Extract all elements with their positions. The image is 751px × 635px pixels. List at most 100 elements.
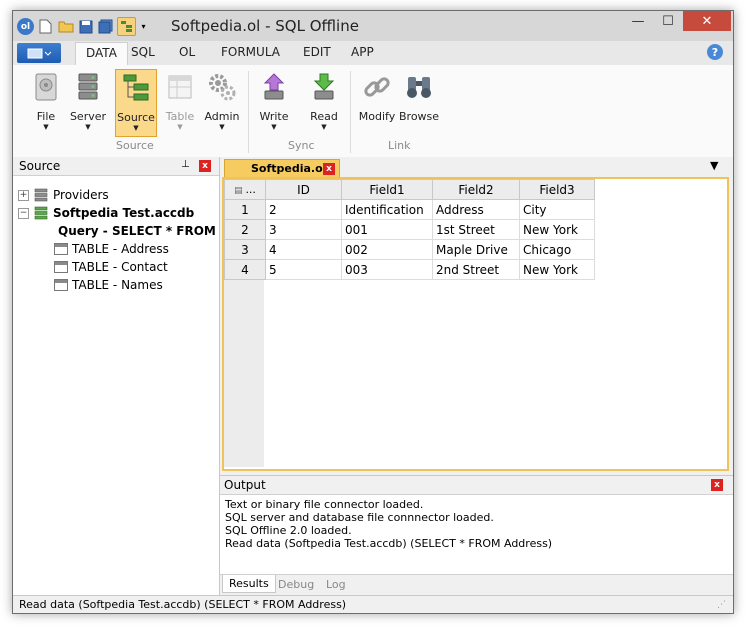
chevron-down-icon: ▼ — [219, 123, 225, 131]
grid-cell[interactable]: 3 — [265, 219, 342, 240]
tree-node-query[interactable]: Query - SELECT * FROM Address — [54, 224, 216, 238]
grid-cell[interactable]: 5 — [265, 259, 342, 280]
output-pane-close-button[interactable]: x — [711, 479, 723, 491]
tab-sql[interactable]: SQL — [131, 45, 155, 59]
resize-grip-icon[interactable]: ⋰ — [717, 600, 726, 610]
file-menu-button[interactable] — [17, 43, 61, 63]
tree-label-query: Query - SELECT * FROM Address — [58, 224, 216, 238]
minimize-button[interactable]: — — [623, 11, 653, 31]
table-icon — [168, 75, 192, 99]
tree-node-table-names[interactable]: TABLE - Names — [54, 278, 163, 292]
chevron-down-icon: ▼ — [321, 123, 327, 131]
status-text: Read data (Softpedia Test.accdb) (SELECT… — [19, 598, 347, 611]
tab-results[interactable]: Results — [222, 575, 276, 593]
grid-cell[interactable]: 2 — [265, 199, 342, 220]
log-line: Read data (Softpedia Test.accdb) (SELECT… — [225, 537, 553, 550]
write-button[interactable]: Write ▼ — [253, 69, 295, 137]
browse-button[interactable]: Browse — [399, 69, 439, 137]
row-number[interactable]: 1 — [224, 199, 266, 220]
app-icon[interactable]: ol — [17, 18, 34, 35]
group-separator — [350, 71, 351, 153]
grid-cell[interactable]: 2nd Street — [432, 259, 520, 280]
tree-node-database[interactable]: − Softpedia Test.accdb — [18, 206, 194, 220]
customize-toolbar-icon[interactable]: ▾ — [139, 18, 148, 35]
tab-data[interactable]: DATA — [75, 42, 128, 65]
table-icon — [54, 279, 68, 291]
column-header[interactable]: ID — [265, 179, 342, 200]
column-header[interactable]: Field1 — [341, 179, 433, 200]
link-chain-icon — [364, 77, 390, 97]
document-tab-close-button[interactable]: x — [323, 163, 335, 175]
data-grid[interactable]: ▤ ... ID Field1 Field2 Field3 1 2 Identi… — [222, 177, 729, 471]
expand-icon[interactable]: + — [18, 189, 29, 201]
grid-corner[interactable]: ▤ ... — [224, 179, 266, 200]
file-button[interactable]: File ▼ — [25, 69, 67, 137]
server-icon — [34, 188, 48, 202]
source-pane-close-button[interactable]: x — [199, 160, 211, 172]
column-header[interactable]: Field3 — [519, 179, 595, 200]
row-number[interactable]: 2 — [224, 219, 266, 240]
source-button[interactable]: Source ▼ — [115, 69, 157, 137]
source-tree-icon[interactable] — [117, 17, 136, 36]
grid-cell[interactable]: Maple Drive — [432, 239, 520, 260]
tab-app[interactable]: APP — [351, 45, 374, 59]
table-row[interactable]: 2 3 001 1st Street New York — [224, 219, 595, 240]
tree-label-database: Softpedia Test.accdb — [53, 206, 195, 220]
tree-label-providers: Providers — [53, 188, 109, 202]
table-row[interactable]: 3 4 002 Maple Drive Chicago — [224, 239, 595, 260]
grid-cell[interactable]: 003 — [341, 259, 433, 280]
close-button[interactable]: ✕ — [683, 11, 731, 31]
tab-list-dropdown-icon[interactable]: ▼ — [710, 159, 718, 172]
pin-icon[interactable]: ⊥ — [181, 159, 190, 170]
tree-node-providers[interactable]: + Providers — [18, 188, 109, 202]
save-all-icon[interactable] — [97, 18, 114, 35]
disk-icon — [35, 73, 57, 101]
database-icon — [34, 206, 48, 220]
row-number[interactable]: 3 — [224, 239, 266, 260]
chevron-down-icon: ▼ — [133, 124, 139, 132]
table-row[interactable]: 1 2 Identification Address City — [224, 199, 595, 220]
tree-node-table-contact[interactable]: TABLE - Contact — [54, 260, 168, 274]
new-file-icon[interactable] — [37, 18, 54, 35]
maximize-button[interactable]: ☐ — [653, 11, 683, 31]
save-icon[interactable] — [77, 18, 94, 35]
table-button[interactable]: Table ▼ — [159, 69, 201, 137]
group-separator — [248, 71, 249, 153]
row-number[interactable]: 4 — [224, 259, 266, 280]
chevron-down-icon: ▼ — [85, 123, 91, 131]
grid-cell[interactable]: 4 — [265, 239, 342, 260]
tab-edit[interactable]: EDIT — [303, 45, 331, 59]
grid-cell[interactable]: New York — [519, 219, 595, 240]
collapse-icon[interactable]: − — [18, 207, 29, 219]
grid-cell[interactable]: City — [519, 199, 595, 220]
tab-ol[interactable]: OL — [179, 45, 195, 59]
tree-node-table-address[interactable]: TABLE - Address — [54, 242, 169, 256]
close-icon: ✕ — [701, 13, 713, 29]
table-row[interactable]: 4 5 003 2nd Street New York — [224, 259, 595, 280]
tree-label-table: TABLE - Names — [72, 278, 163, 292]
tab-formula[interactable]: FORMULA — [221, 45, 280, 59]
grid-cell[interactable]: 1st Street — [432, 219, 520, 240]
grid-cell[interactable]: 001 — [341, 219, 433, 240]
source-pane-title: Source — [19, 159, 61, 173]
tab-debug[interactable]: Debug — [278, 578, 314, 591]
file-button-label: File — [36, 110, 56, 123]
modify-button[interactable]: Modify — [357, 69, 397, 137]
grid-cell[interactable]: Identification — [341, 199, 433, 220]
grid-cell[interactable]: Chicago — [519, 239, 595, 260]
grid-cell[interactable]: 002 — [341, 239, 433, 260]
grid-cell[interactable]: New York — [519, 259, 595, 280]
server-button[interactable]: Server ▼ — [67, 69, 109, 137]
help-button[interactable]: ? — [707, 44, 723, 60]
grid-cell[interactable]: Address — [432, 199, 520, 220]
document-tab-label: Softpedia.ol — [251, 162, 327, 175]
column-header[interactable]: Field2 — [432, 179, 520, 200]
admin-button[interactable]: Admin ▼ — [201, 69, 243, 137]
file-menu-icon — [27, 48, 52, 59]
group-link-label: Link — [388, 139, 411, 152]
open-folder-icon[interactable] — [57, 18, 74, 35]
tab-log[interactable]: Log — [326, 578, 346, 591]
read-button[interactable]: Read ▼ — [303, 69, 345, 137]
document-tab[interactable]: Softpedia.ol x — [224, 159, 340, 177]
output-pane-header: Output x — [220, 476, 733, 495]
